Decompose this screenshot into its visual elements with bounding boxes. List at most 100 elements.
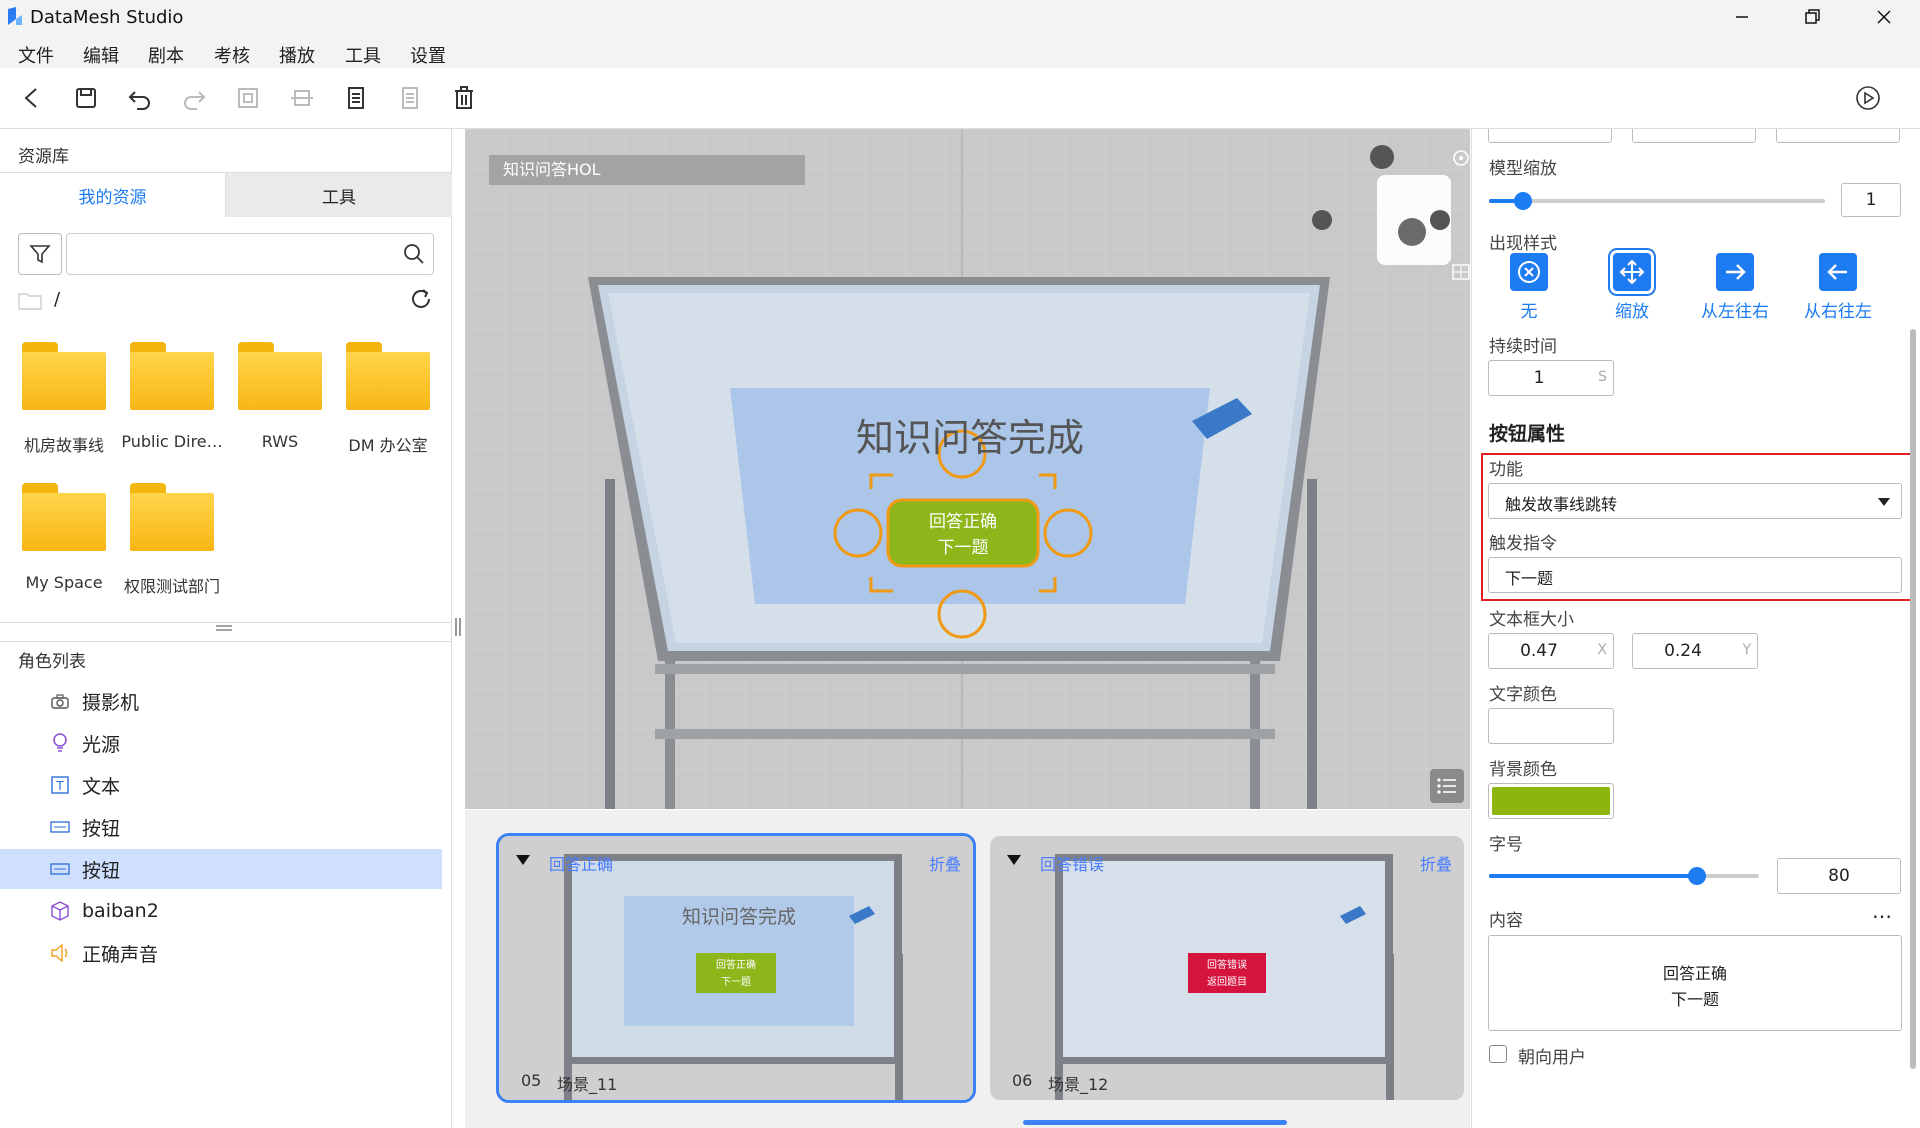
grid-toggle-icon[interactable] xyxy=(1452,264,1470,280)
chevron-left-icon xyxy=(24,88,37,108)
model-scale-slider[interactable] xyxy=(1489,192,1825,210)
scene-button-line2[interactable]: 下一题 xyxy=(888,533,1038,558)
splitter-handle-icon[interactable] xyxy=(453,616,463,638)
bulb-icon xyxy=(50,733,70,753)
redo-button[interactable] xyxy=(176,80,212,116)
axis-y-label: Y xyxy=(1742,642,1751,658)
refresh-icon[interactable] xyxy=(408,286,434,312)
play-circle-icon xyxy=(1856,86,1880,110)
content-textarea[interactable]: 回答正确 下一题 xyxy=(1488,935,1902,1031)
font-size-slider[interactable] xyxy=(1489,867,1759,885)
size-y-value: 0.24 xyxy=(1664,641,1702,661)
role-item-text[interactable]: T 文本 xyxy=(0,765,442,805)
folder-label: 权限测试部门 xyxy=(123,577,220,596)
position-x-input[interactable] xyxy=(1488,129,1612,143)
restore-button[interactable] xyxy=(1782,0,1842,34)
save-button[interactable] xyxy=(68,80,104,116)
role-item-model[interactable]: baiban2 xyxy=(0,891,442,931)
list-button[interactable] xyxy=(392,80,428,116)
app-logo-icon xyxy=(8,7,22,25)
model-scale-input[interactable]: 1 xyxy=(1841,183,1901,217)
style-scale-button[interactable] xyxy=(1608,248,1656,296)
outline-list-button[interactable] xyxy=(1430,769,1464,803)
scene-card-number: 05 xyxy=(521,1071,542,1090)
tab-my-resources[interactable]: 我的资源 xyxy=(0,172,225,217)
style-rtl-label: 从右往左 xyxy=(1804,302,1872,322)
align-button[interactable] xyxy=(284,80,320,116)
menu-settings[interactable]: 设置 xyxy=(410,42,446,68)
role-label: 按钮 xyxy=(82,859,121,882)
font-size-slider-knob[interactable] xyxy=(1688,867,1706,885)
scene-viewport[interactable]: 知识问答HOL 知识问答完成 回答正确 下一题 xyxy=(465,129,1470,809)
function-label: 功能 xyxy=(1489,460,1523,480)
scene-card-btn-line1: 回答错误 xyxy=(1207,960,1247,971)
collapse-triangle-icon[interactable] xyxy=(515,854,531,866)
view-rotate-icon[interactable] xyxy=(1452,149,1470,167)
undo-button[interactable] xyxy=(122,80,158,116)
font-size-input[interactable]: 80 xyxy=(1777,858,1901,894)
face-user-label: 朝向用户 xyxy=(1518,1048,1586,1068)
tab-tools[interactable]: 工具 xyxy=(225,172,452,217)
minimize-button[interactable] xyxy=(1712,0,1772,34)
panel-scrollbar[interactable] xyxy=(1910,329,1916,1069)
camera-icon xyxy=(50,691,70,711)
style-none-button[interactable] xyxy=(1510,253,1548,291)
move-arrows-icon xyxy=(1619,259,1645,285)
role-label: baiban2 xyxy=(82,900,159,922)
menu-tools[interactable]: 工具 xyxy=(345,42,381,68)
face-user-checkbox[interactable] xyxy=(1489,1045,1507,1063)
text-color-swatch[interactable] xyxy=(1488,708,1614,744)
bg-color-swatch[interactable] xyxy=(1488,783,1614,819)
menu-play[interactable]: 播放 xyxy=(279,42,315,68)
current-path: / xyxy=(54,289,61,310)
menu-file[interactable]: 文件 xyxy=(18,42,54,68)
scene-card[interactable]: 回答错误 折叠 回答错误 返回题目 06 场景_12 xyxy=(990,836,1464,1100)
function-select[interactable]: 触发故事线跳转 xyxy=(1488,483,1902,519)
duration-label: 持续时间 xyxy=(1489,337,1557,357)
model-scale-slider-knob[interactable] xyxy=(1514,192,1532,210)
size-x-input[interactable]: 0.47 X xyxy=(1488,633,1614,669)
scene-card-btn-line2: 下一题 xyxy=(721,977,751,988)
play-button[interactable] xyxy=(1850,80,1886,116)
delete-button[interactable] xyxy=(446,80,482,116)
trash-icon xyxy=(455,86,473,109)
position-y-input[interactable] xyxy=(1632,129,1756,143)
role-item-button-selected[interactable]: 按钮 xyxy=(0,849,442,889)
fold-link[interactable]: 折叠 xyxy=(929,851,961,875)
filter-icon xyxy=(29,245,51,264)
trigger-input[interactable]: 下一题 xyxy=(1488,557,1902,593)
app-title: DataMesh Studio xyxy=(30,7,184,28)
menu-bar: 文件 编辑 剧本 考核 播放 工具 设置 xyxy=(0,34,1920,68)
copy-icon xyxy=(238,88,258,108)
back-button[interactable] xyxy=(14,80,50,116)
search-input[interactable] xyxy=(66,233,434,275)
filter-button[interactable] xyxy=(18,233,62,275)
style-rtl-button[interactable] xyxy=(1819,253,1857,291)
collapse-triangle-icon[interactable] xyxy=(1006,854,1022,866)
menu-edit[interactable]: 编辑 xyxy=(83,42,119,68)
role-item-light[interactable]: 光源 xyxy=(0,723,442,763)
scene-card[interactable]: 回答正确 折叠 知识问答完成 回答正确 下一题 05 场景_11 xyxy=(496,833,976,1103)
menu-script[interactable]: 剧本 xyxy=(148,42,184,68)
role-item-sound[interactable]: 正确声音 xyxy=(0,933,442,973)
position-z-input[interactable] xyxy=(1776,129,1900,143)
paste-button[interactable] xyxy=(338,80,374,116)
drag-handle-icon[interactable] xyxy=(214,623,234,633)
content-more-button[interactable]: … xyxy=(1872,899,1892,923)
role-item-camera[interactable]: 摄影机 xyxy=(0,681,442,721)
style-ltr-button[interactable] xyxy=(1716,253,1754,291)
arrow-right-icon xyxy=(1726,264,1746,280)
role-item-button[interactable]: 按钮 xyxy=(0,807,442,847)
model-scale-label: 模型缩放 xyxy=(1489,159,1557,179)
minimize-icon xyxy=(1736,16,1748,18)
size-y-input[interactable]: 0.24 Y xyxy=(1632,633,1758,669)
strip-scrollbar[interactable] xyxy=(1023,1120,1287,1125)
menu-assessment[interactable]: 考核 xyxy=(214,42,250,68)
duration-value: 1 xyxy=(1533,368,1545,388)
copy-button[interactable] xyxy=(230,80,266,116)
fold-link[interactable]: 折叠 xyxy=(1420,851,1452,875)
close-button[interactable] xyxy=(1854,0,1914,34)
circle-x-icon xyxy=(1518,261,1540,283)
duration-input[interactable]: 1 S xyxy=(1488,360,1614,396)
scene-button-line1[interactable]: 回答正确 xyxy=(888,507,1038,532)
